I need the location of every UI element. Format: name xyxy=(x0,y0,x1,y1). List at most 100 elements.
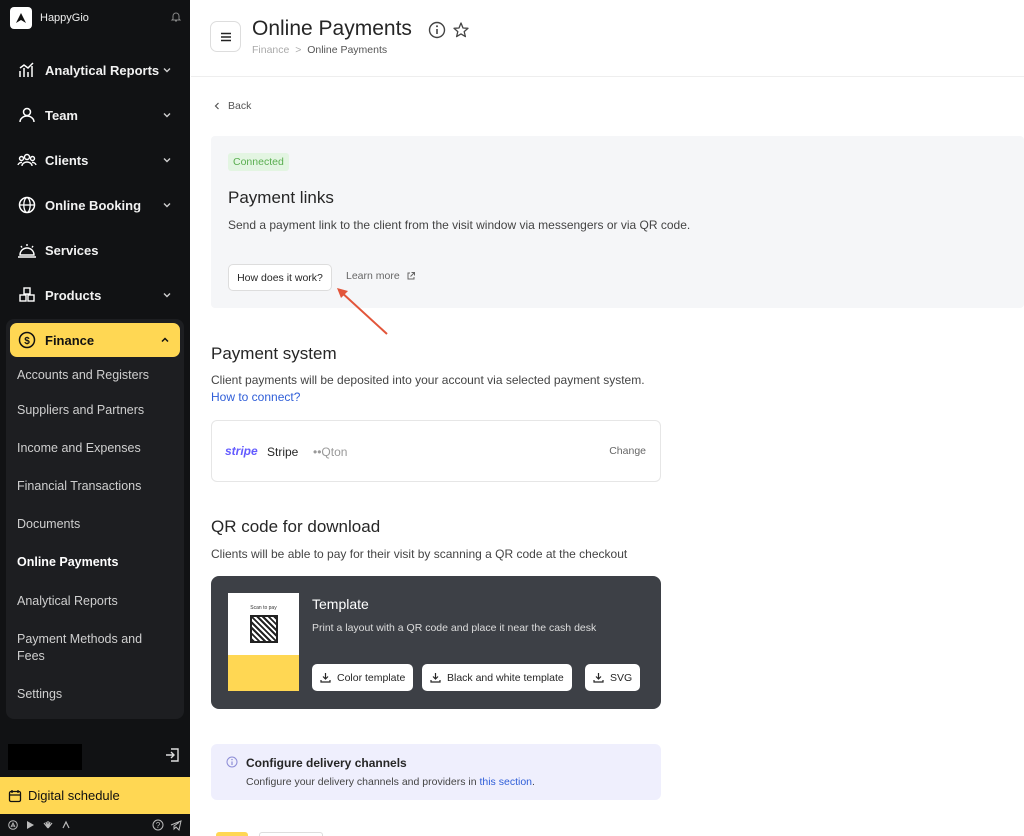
sidebar-item-online-booking[interactable]: Online Booking xyxy=(10,188,180,222)
learn-more-label: Learn more xyxy=(346,270,400,282)
brand-logo-icon xyxy=(10,7,32,29)
sidebar-subitem-accounts[interactable]: Accounts and Registers xyxy=(17,367,177,384)
sidebar-item-label: Finance xyxy=(45,332,95,348)
info-icon[interactable] xyxy=(428,21,446,44)
svg-text:$: $ xyxy=(24,336,30,347)
color-template-label: Color template xyxy=(337,671,406,684)
chevron-down-icon xyxy=(162,198,172,213)
sidebar-subitem-transactions[interactable]: Financial Transactions xyxy=(17,478,177,495)
android-icon[interactable] xyxy=(61,820,71,833)
sidebar-subitem-online-payments[interactable]: Online Payments xyxy=(17,554,177,571)
avatar[interactable] xyxy=(8,744,82,770)
how-does-it-work-button[interactable]: How does it work? xyxy=(228,264,332,291)
delivery-text: Configure your delivery channels and pro… xyxy=(246,776,477,788)
delivery-period: . xyxy=(532,776,535,788)
svg-download-button[interactable]: SVG xyxy=(585,664,641,691)
star-icon[interactable] xyxy=(452,21,470,44)
chevron-left-icon xyxy=(214,102,219,110)
provider-name: Stripe xyxy=(267,445,299,459)
payment-system-description: Client payments will be deposited into y… xyxy=(211,372,651,406)
page-header: Online Payments Finance > Online Payment… xyxy=(191,0,1024,77)
download-icon xyxy=(320,673,331,683)
globe-icon xyxy=(16,194,38,216)
payment-system-title: Payment system xyxy=(211,344,337,363)
provider-account: ••Qton xyxy=(313,445,348,459)
huawei-icon[interactable] xyxy=(42,820,54,833)
chevron-up-icon xyxy=(160,333,170,348)
payment-system-text: Client payments will be deposited into y… xyxy=(211,373,645,387)
breadcrumb-root[interactable]: Finance xyxy=(252,44,289,56)
digital-schedule-label: Digital schedule xyxy=(28,788,120,803)
logout-icon[interactable] xyxy=(164,746,182,769)
sidebar-item-clients[interactable]: Clients xyxy=(10,143,180,177)
download-icon xyxy=(430,673,441,683)
change-provider-button[interactable]: Change xyxy=(609,445,646,457)
bw-template-button[interactable]: Black and white template xyxy=(422,664,572,691)
payment-provider-card: stripe Stripe ••Qton Change xyxy=(211,420,661,482)
sidebar-item-team[interactable]: Team xyxy=(10,98,180,132)
delivery-title: Configure delivery channels xyxy=(246,756,407,770)
sidebar-subitem-income[interactable]: Income and Expenses xyxy=(17,440,177,457)
sidebar-item-label: Analytical Reports xyxy=(45,62,160,78)
menu-toggle-button[interactable] xyxy=(210,21,241,52)
sidebar-item-services[interactable]: Services xyxy=(10,233,180,267)
qr-section-description: Clients will be able to pay for their vi… xyxy=(211,547,628,561)
sidebar-subitem-suppliers[interactable]: Suppliers and Partners xyxy=(17,402,177,419)
brand[interactable]: HappyGio xyxy=(10,7,182,29)
cut-off-outline-button[interactable] xyxy=(259,832,323,836)
chevron-down-icon xyxy=(162,108,172,123)
color-template-button[interactable]: Color template xyxy=(312,664,414,691)
boxes-icon xyxy=(16,284,38,306)
learn-more-link[interactable]: Learn more xyxy=(346,270,416,282)
sidebar-item-finance[interactable]: $ Finance xyxy=(10,323,180,357)
sidebar: HappyGio Analytical Reports Team Clients xyxy=(0,0,190,836)
page-title: Online Payments xyxy=(252,17,412,40)
sidebar-item-label: Products xyxy=(45,287,102,303)
chevron-down-icon xyxy=(162,288,172,303)
qr-preview-footer xyxy=(228,655,299,691)
sidebar-subitem-settings[interactable]: Settings xyxy=(17,686,177,703)
status-badge: Connected xyxy=(228,153,289,171)
sidebar-subitem-analytical-reports[interactable]: Analytical Reports xyxy=(17,593,177,610)
breadcrumb-separator: > xyxy=(295,44,302,56)
cut-off-yellow-button[interactable] xyxy=(216,832,248,836)
digital-schedule-button[interactable]: Digital schedule xyxy=(0,777,190,814)
calendar-icon xyxy=(8,789,22,803)
sidebar-item-label: Clients xyxy=(45,152,89,168)
hamburger-icon xyxy=(220,32,231,41)
app-store-links: ? xyxy=(0,816,190,836)
payment-links-title: Payment links xyxy=(228,188,334,207)
qr-preview-caption: Scan to pay xyxy=(250,605,277,611)
this-section-link[interactable]: this section xyxy=(479,776,532,788)
payment-links-description: Send a payment link to the client from t… xyxy=(228,218,691,232)
breadcrumb: Finance > Online Payments xyxy=(252,44,387,56)
google-play-icon[interactable] xyxy=(25,820,35,833)
sidebar-item-analytical-reports[interactable]: Analytical Reports xyxy=(10,53,180,87)
chevron-down-icon xyxy=(162,153,172,168)
delivery-channels-card: Configure delivery channels Configure yo… xyxy=(211,744,661,800)
sidebar-subitem-payment-methods[interactable]: Payment Methods and Fees xyxy=(17,631,157,665)
info-icon xyxy=(226,755,238,773)
sidebar-item-products[interactable]: Products xyxy=(10,278,180,312)
annotation-arrow-icon xyxy=(337,288,388,335)
users-icon xyxy=(16,149,38,171)
stripe-logo: stripe xyxy=(225,444,258,458)
analytics-icon xyxy=(16,59,38,81)
chevron-down-icon xyxy=(162,63,172,78)
sidebar-item-label: Online Booking xyxy=(45,197,142,213)
qr-section-title: QR code for download xyxy=(211,517,381,536)
back-link[interactable]: Back xyxy=(214,100,251,112)
qr-code-icon xyxy=(250,615,278,643)
svg-label: SVG xyxy=(610,671,633,684)
telegram-icon[interactable] xyxy=(170,819,182,834)
dollar-coin-icon: $ xyxy=(16,329,38,351)
appstore-icon[interactable] xyxy=(8,819,18,833)
help-icon[interactable]: ? xyxy=(152,819,164,834)
sidebar-subitem-documents[interactable]: Documents xyxy=(17,516,177,533)
back-label: Back xyxy=(228,100,252,112)
title-actions xyxy=(428,21,470,44)
user-icon xyxy=(16,104,38,126)
bell-icon[interactable] xyxy=(170,11,182,26)
qr-template-preview: Scan to pay xyxy=(228,593,299,691)
how-to-connect-link[interactable]: How to connect? xyxy=(211,390,300,404)
